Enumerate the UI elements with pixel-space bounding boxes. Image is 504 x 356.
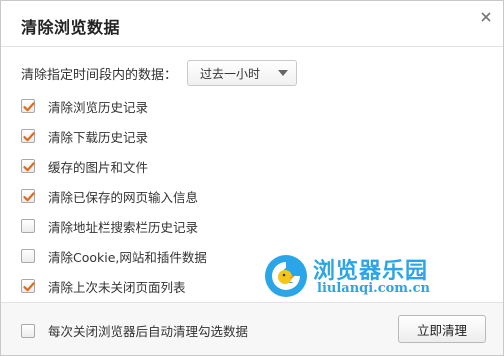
clear-option-1[interactable]: 清除浏览历史记录 [21, 91, 207, 121]
time-range-select[interactable]: 过去一小时 [187, 60, 298, 86]
chevron-down-icon [278, 70, 289, 76]
watermark-logo: 浏览器乐园 liulanqi.com.cn [263, 249, 463, 305]
auto-clear-label: 每次关闭浏览器后自动清理勾选数据 [48, 324, 249, 339]
close-icon[interactable] [478, 9, 494, 25]
clear-option-label: 清除下载历史记录 [48, 129, 149, 145]
clear-options-list: 清除浏览历史记录 清除下载历史记录 缓存的图片和文件清除已保存的网页输入信息 清除地址… [21, 91, 207, 301]
clear-option-label: 缓存的图片和文件 [48, 159, 149, 175]
checkmark-icon [23, 282, 35, 292]
clear-option-label: 清除上次未关闭页面列表 [48, 279, 186, 295]
time-range-label: 清除指定时间段内的数据： [21, 67, 178, 83]
checkbox-unchecked[interactable] [21, 219, 35, 233]
checkbox-unchecked[interactable] [21, 249, 35, 263]
clear-option-6[interactable]: 清除Cookie,网站和插件数据 [21, 241, 207, 271]
clear-option-7[interactable]: 清除上次未关闭页面列表 [21, 271, 207, 301]
checkmark-icon [23, 192, 35, 202]
checkbox-checked[interactable] [21, 159, 35, 173]
checkmark-icon [23, 102, 35, 112]
clear-option-label: 清除已保存的网页输入信息 [48, 189, 199, 205]
clear-option-5[interactable]: 清除地址栏搜索栏历史记录 [21, 211, 207, 241]
checkbox-checked[interactable] [21, 279, 35, 293]
clear-option-label: 清除浏览历史记录 [48, 99, 149, 115]
dialog-footer: 每次关闭浏览器后自动清理勾选数据 立即清理 [1, 302, 503, 355]
clear-option-label: 清除地址栏搜索栏历史记录 [48, 219, 199, 235]
checkbox-checked[interactable] [21, 189, 35, 203]
clear-option-2[interactable]: 清除下载历史记录 [21, 121, 207, 151]
clear-option-3[interactable]: 缓存的图片和文件 [21, 151, 207, 181]
clear-browsing-data-dialog: 清除浏览数据 清除指定时间段内的数据： 过去一小时 清除浏览历史记录 清除下载历史… [0, 0, 504, 356]
time-range-selected: 过去一小时 [200, 66, 261, 81]
checkmark-icon [23, 132, 35, 142]
checkbox-checked[interactable] [21, 129, 35, 143]
watermark-url: liulanqi.com.cn [317, 281, 430, 296]
title-divider [1, 46, 503, 47]
checkmark-icon [23, 162, 35, 172]
time-range-row: 清除指定时间段内的数据： 过去一小时 [21, 60, 298, 86]
watermark-duck-icon [265, 255, 307, 297]
auto-clear-option[interactable]: 每次关闭浏览器后自动清理勾选数据 [21, 321, 248, 340]
dialog-title: 清除浏览数据 [21, 18, 121, 37]
clear-option-label: 清除Cookie,网站和插件数据 [48, 249, 207, 265]
auto-clear-checkbox[interactable] [21, 323, 35, 338]
clear-option-4[interactable]: 清除已保存的网页输入信息 [21, 181, 207, 211]
clear-now-button[interactable]: 立即清理 [398, 315, 486, 343]
checkbox-checked[interactable] [21, 99, 35, 113]
